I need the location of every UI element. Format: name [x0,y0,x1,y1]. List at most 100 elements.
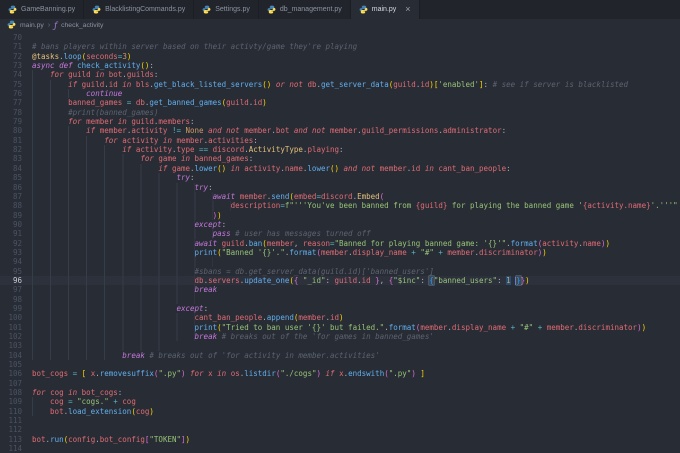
indent-guides [32,406,51,417]
indent-guides [32,229,213,239]
editor-tab-bar: GameBanning.py BlacklistingCommands.py S… [0,0,680,19]
tab-label: db_management.py [279,6,342,13]
indent-guides [32,79,69,90]
code-line: 75 if guild.id in bls.get_black_listed_se… [0,79,680,90]
code-line: 70 [0,33,680,42]
line-number[interactable]: 91 [0,229,22,238]
line-number[interactable]: 97 [0,285,22,294]
python-icon [202,5,211,14]
code-line: 98 [0,294,680,304]
code-line: 94 [0,257,680,267]
indent-guides [32,397,51,407]
line-number[interactable]: 110 [0,407,22,416]
line-number[interactable]: 75 [0,80,22,89]
tab-main.py[interactable]: main.py × [350,0,420,19]
code-line: 101 print("Tried to ban user '{}' but fai… [0,322,680,332]
line-number[interactable]: 105 [0,360,22,369]
line-number[interactable]: 111 [0,416,22,425]
line-number[interactable]: 94 [0,257,22,266]
line-number[interactable]: 113 [0,435,22,444]
indent-guides [32,341,177,351]
line-number[interactable]: 96 [0,276,22,285]
line-number[interactable]: 83 [0,154,22,163]
code-line: 107 [0,379,680,388]
line-number[interactable]: 106 [0,369,22,378]
line-number[interactable]: 74 [0,70,22,79]
line-number[interactable]: 101 [0,323,22,332]
line-number[interactable]: 87 [0,192,22,201]
code-line: 76 continue [0,89,680,99]
line-number[interactable]: 98 [0,295,22,304]
tab-label: GameBanning.py [21,6,76,13]
code-line: 81 for activity in member.activities: [0,135,680,146]
code-line: 99 except: [0,303,680,314]
line-number[interactable]: 92 [0,239,22,248]
tab-db_management.py[interactable]: db_management.py [258,0,351,19]
indent-guides [32,135,105,146]
line-number[interactable]: 109 [0,397,22,406]
code-line: 108 for cog in bot_cogs: [0,388,680,397]
line-number[interactable]: 76 [0,89,22,98]
line-number[interactable]: 81 [0,136,22,145]
line-number[interactable]: 112 [0,425,22,434]
code-line: 71 # bans players within server based on … [0,42,680,51]
tab-GameBanning.py[interactable]: GameBanning.py [0,0,85,19]
line-number[interactable]: 77 [0,98,22,107]
breadcrumb-file[interactable]: main.py [20,22,44,29]
indent-guides [32,145,123,155]
line-number[interactable]: 107 [0,379,22,388]
tab-Settings.py[interactable]: Settings.py [194,0,259,19]
chevron-right-icon: › [47,22,51,29]
line-number[interactable]: 104 [0,351,22,360]
line-number[interactable]: 88 [0,201,22,210]
line-number[interactable]: 73 [0,61,22,70]
indent-guides [32,332,195,342]
line-number[interactable]: 108 [0,388,22,397]
line-number[interactable]: 79 [0,117,22,126]
line-number[interactable]: 102 [0,332,22,341]
tab-label: main.py [371,6,397,13]
indent-guides [32,163,159,174]
line-number[interactable]: 80 [0,126,22,135]
line-number[interactable]: 93 [0,248,22,257]
line-number[interactable]: 90 [0,220,22,229]
code-line: 88 description=f"'''You've been banned fr… [0,201,680,211]
indent-guides [32,303,177,314]
code-line: 74 for guild in bot.guilds: [0,70,680,80]
indent-guides [32,191,213,202]
line-number[interactable]: 99 [0,304,22,313]
indent-guides [32,70,51,80]
tab-BlacklistingCommands.py[interactable]: BlacklistingCommands.py [84,0,195,19]
line-number[interactable]: 70 [0,33,22,42]
line-number[interactable]: 86 [0,183,22,192]
method-icon: ƒ [54,21,58,30]
line-number[interactable]: 78 [0,108,22,117]
line-number[interactable]: 84 [0,164,22,173]
breadcrumb-symbol[interactable]: check_activity [61,22,103,29]
code-line: 90 except: [0,219,680,230]
code-line: 95 #sbans = db.get_server_data(guild.id)[… [0,266,680,276]
code-line: 97 break [0,285,680,295]
line-number[interactable]: 95 [0,267,22,276]
line-number[interactable]: 71 [0,42,22,51]
indent-guides [32,173,177,183]
line-number[interactable]: 82 [0,145,22,154]
code-line: 104 break # breaks out of 'for activity i… [0,350,680,361]
code-line: 105 [0,360,680,369]
python-icon [92,5,101,14]
indent-guides [32,210,213,220]
indent-guides [32,154,141,164]
code-area[interactable]: 70 71 # bans players within server based o… [0,32,680,453]
indent-guides [32,257,213,267]
line-number[interactable]: 103 [0,341,22,350]
line-number[interactable]: 72 [0,52,22,61]
line-number[interactable]: 89 [0,211,22,220]
line-number[interactable]: 100 [0,313,22,322]
indent-guides [32,238,195,248]
close-icon[interactable]: × [405,5,410,14]
code-line: 80 if member.activity != None and not mem… [0,126,680,136]
line-number[interactable]: 114 [0,444,22,453]
code-line: 93 print("Banned '{}'.".format(member.dis… [0,247,680,258]
indent-guides [32,350,123,361]
line-number[interactable]: 85 [0,173,22,182]
